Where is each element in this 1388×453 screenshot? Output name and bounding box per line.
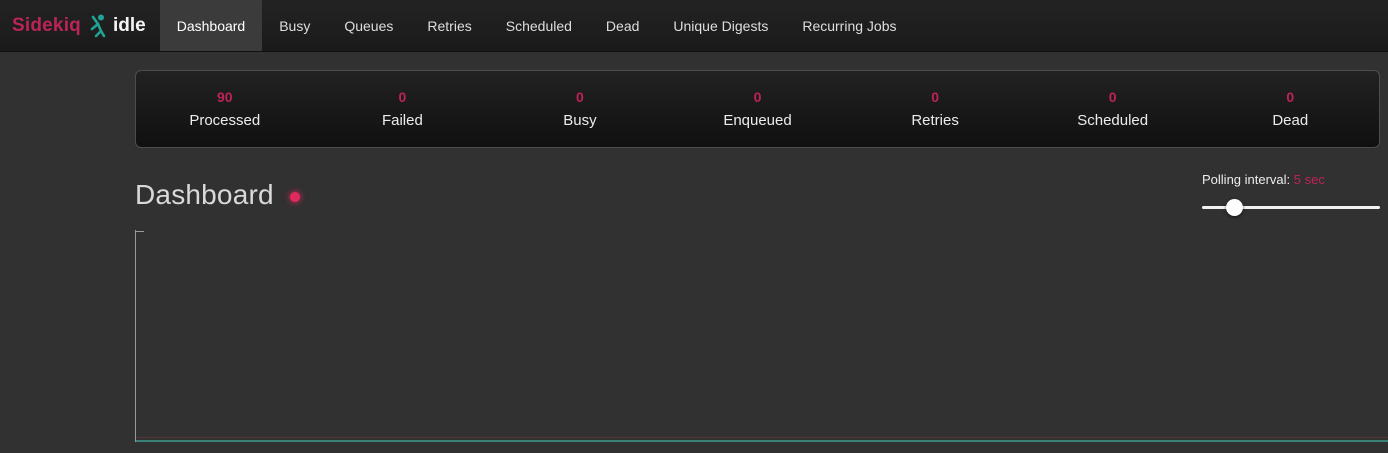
stat-retries[interactable]: 0 Retries bbox=[846, 71, 1024, 147]
page-title: Dashboard bbox=[135, 179, 274, 211]
stat-processed-value: 90 bbox=[217, 90, 233, 104]
nav-item-unique-digests[interactable]: Unique Digests bbox=[656, 0, 785, 51]
polling-interval-control: Polling interval: 5 sec bbox=[1202, 172, 1380, 216]
brand-name: Sidekiq bbox=[12, 15, 81, 37]
stat-retries-label: Retries bbox=[911, 113, 959, 128]
stat-failed[interactable]: 0 Failed bbox=[314, 71, 492, 147]
stats-summary-bar: 90 Processed 0 Failed 0 Busy 0 Enqueued … bbox=[135, 70, 1380, 148]
sidekiq-dashboard-page: Sidekiq idle Dashboard Busy Queues Retri… bbox=[0, 0, 1388, 453]
stat-scheduled-label: Scheduled bbox=[1077, 113, 1148, 128]
stat-dead[interactable]: 0 Dead bbox=[1201, 71, 1379, 147]
status-text: idle bbox=[113, 15, 146, 37]
stat-failed-label: Failed bbox=[382, 113, 423, 128]
stat-processed[interactable]: 90 Processed bbox=[136, 71, 314, 147]
polling-interval-label: Polling interval: bbox=[1202, 172, 1290, 187]
stat-enqueued-label: Enqueued bbox=[723, 113, 791, 128]
stat-dead-label: Dead bbox=[1272, 113, 1308, 128]
polling-interval-text: Polling interval: 5 sec bbox=[1202, 172, 1380, 187]
stat-processed-label: Processed bbox=[189, 113, 260, 128]
polling-interval-value: 5 sec bbox=[1294, 172, 1325, 187]
graph-line-red bbox=[136, 437, 1388, 438]
stat-busy-value: 0 bbox=[576, 90, 584, 104]
top-navbar: Sidekiq idle Dashboard Busy Queues Retri… bbox=[0, 0, 1388, 52]
nav-item-busy[interactable]: Busy bbox=[262, 0, 327, 51]
stat-busy[interactable]: 0 Busy bbox=[491, 71, 669, 147]
stat-dead-value: 0 bbox=[1286, 90, 1294, 104]
nav-item-dashboard[interactable]: Dashboard bbox=[160, 0, 263, 51]
nav-menu: Dashboard Busy Queues Retries Scheduled … bbox=[160, 0, 914, 51]
polling-interval-slider[interactable] bbox=[1202, 199, 1380, 216]
nav-item-scheduled[interactable]: Scheduled bbox=[489, 0, 589, 51]
brand-link[interactable]: Sidekiq idle bbox=[0, 0, 160, 51]
stat-scheduled[interactable]: 0 Scheduled bbox=[1024, 71, 1202, 147]
graph-y-axis bbox=[135, 230, 136, 442]
stat-retries-value: 0 bbox=[931, 90, 939, 104]
stat-enqueued-value: 0 bbox=[754, 90, 762, 104]
heading-row: Dashboard Polling interval: 5 sec bbox=[135, 172, 1380, 216]
page-title-wrap: Dashboard bbox=[135, 179, 300, 211]
realtime-graph bbox=[135, 230, 1388, 442]
graph-y-axis-tick bbox=[136, 231, 144, 232]
stat-failed-value: 0 bbox=[398, 90, 406, 104]
content-area: 90 Processed 0 Failed 0 Busy 0 Enqueued … bbox=[135, 52, 1380, 216]
slider-thumb[interactable] bbox=[1226, 199, 1243, 216]
stat-busy-label: Busy bbox=[563, 113, 596, 128]
stat-enqueued[interactable]: 0 Enqueued bbox=[669, 71, 847, 147]
stat-scheduled-value: 0 bbox=[1109, 90, 1117, 104]
graph-line-teal bbox=[136, 440, 1388, 442]
live-beacon-dot bbox=[290, 192, 300, 202]
nav-item-recurring-jobs[interactable]: Recurring Jobs bbox=[785, 0, 913, 51]
nav-item-queues[interactable]: Queues bbox=[327, 0, 410, 51]
nav-item-retries[interactable]: Retries bbox=[410, 0, 488, 51]
sidekiq-gymnast-icon bbox=[88, 14, 106, 38]
nav-item-dead[interactable]: Dead bbox=[589, 0, 656, 51]
